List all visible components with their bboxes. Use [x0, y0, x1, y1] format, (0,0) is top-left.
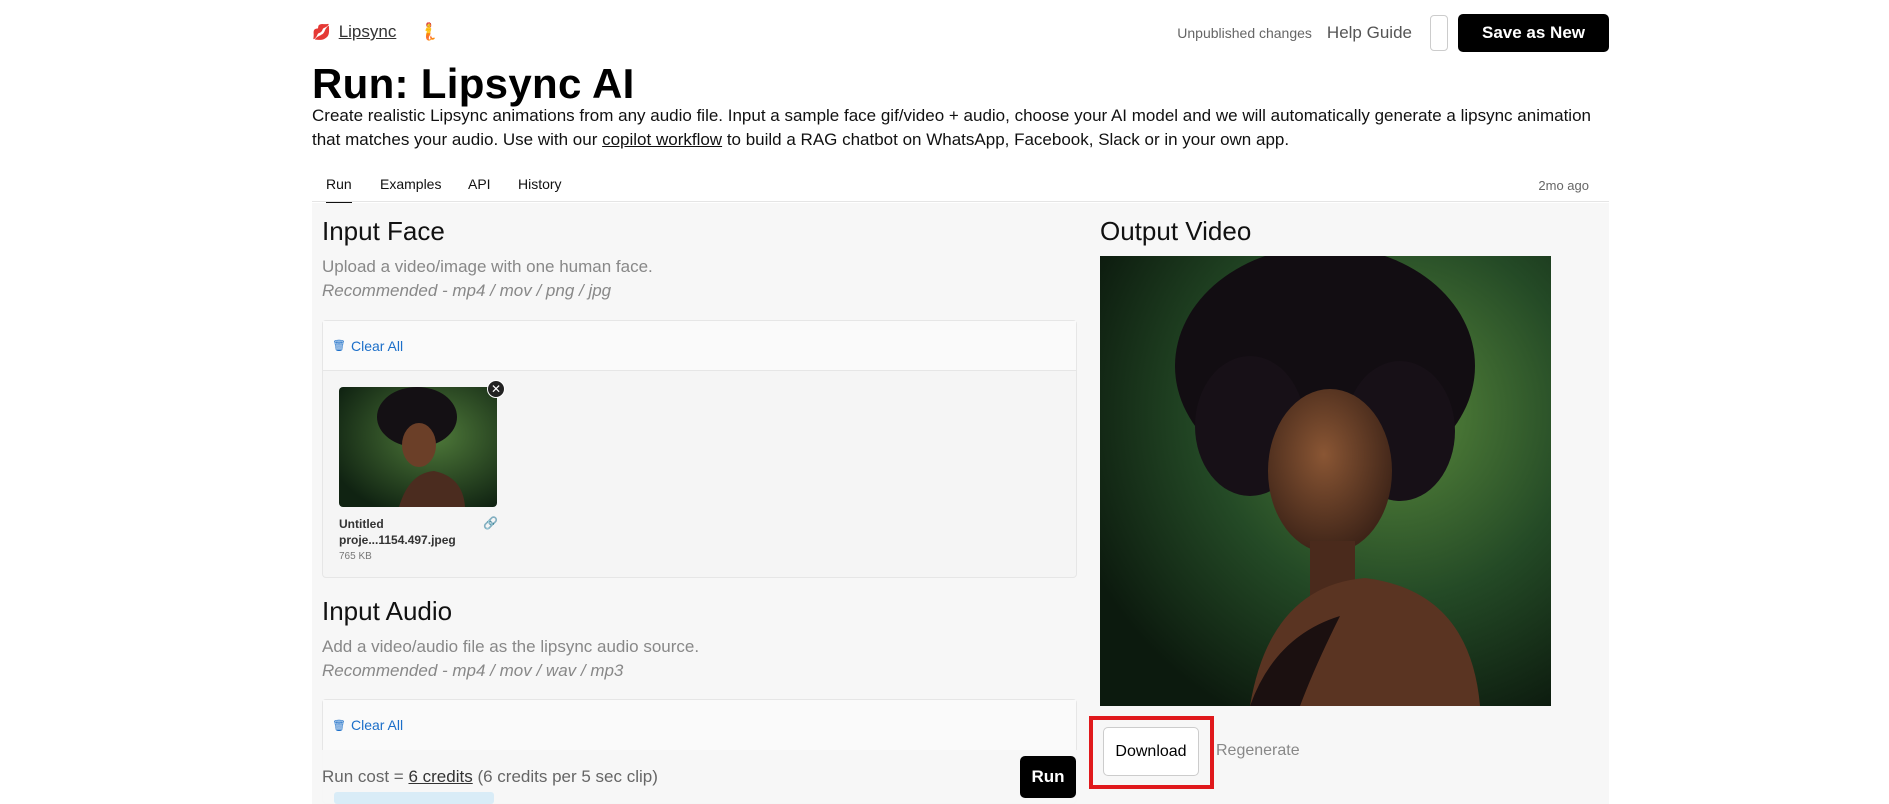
tab-run[interactable]: Run	[326, 176, 352, 204]
tab-examples[interactable]: Examples	[380, 176, 441, 202]
top-actions: Unpublished changes Help Guide Save as N…	[1177, 14, 1609, 52]
lips-icon: 💋	[312, 24, 331, 41]
last-updated: 2mo ago	[1538, 178, 1589, 193]
output-video-title: Output Video	[1100, 216, 1252, 246]
page-description: Create realistic Lipsync animations from…	[312, 106, 1591, 149]
clear-all-audio-button[interactable]: 🗑 Clear All	[323, 700, 1076, 750]
tab-history[interactable]: History	[518, 176, 562, 202]
page-title: Run: Lipsync AI	[312, 60, 635, 107]
run-button[interactable]: Run	[1020, 756, 1076, 798]
top-bar: 💋 Lipsync 🧜 Unpublished changes Help Gui…	[312, 14, 1609, 54]
input-audio-help: Add a video/audio file as the lipsync au…	[322, 637, 700, 680]
help-guide-link[interactable]: Help Guide	[1327, 23, 1412, 43]
audio-thumbnail-peek	[334, 792, 494, 804]
input-face-help: Upload a video/image with one human face…	[322, 257, 653, 300]
credits-link[interactable]: 6 credits	[408, 767, 472, 786]
input-audio-title: Input Audio	[322, 596, 453, 626]
run-cost: Run cost = 6 credits (6 credits per 5 se…	[322, 767, 658, 786]
regenerate-button[interactable]: Regenerate	[1216, 742, 1300, 760]
file-size: 765 KB	[339, 551, 372, 562]
clear-all-face-button[interactable]: 🗑 Clear All	[323, 321, 1076, 371]
tab-api[interactable]: API	[468, 176, 491, 202]
trash-icon: 🗑	[332, 719, 346, 732]
tab-bar: Run Examples API History 2mo ago	[312, 172, 1609, 204]
unpublished-changes-label: Unpublished changes	[1177, 25, 1312, 41]
copilot-workflow-link[interactable]: copilot workflow	[602, 130, 722, 149]
save-as-new-button[interactable]: Save as New	[1457, 14, 1609, 52]
remove-file-button[interactable]: ✕	[487, 380, 505, 398]
run-cost-bar: Run cost = 6 credits (6 credits per 5 se…	[312, 750, 1082, 804]
file-name: Untitled proje...1154.497.jpeg	[339, 517, 456, 547]
trash-icon: 🗑	[332, 340, 346, 352]
output-video[interactable]	[1100, 256, 1551, 706]
options-toggle[interactable]	[1429, 15, 1448, 51]
input-face-title: Input Face	[322, 216, 445, 246]
mermaid-icon[interactable]: 🧜	[418, 22, 439, 42]
download-button[interactable]: Download	[1103, 727, 1199, 776]
link-icon[interactable]: 🔗	[483, 516, 498, 530]
input-face-uploader[interactable]: 🗑 Clear All ✕ Untitled proje...1154.497.…	[322, 320, 1077, 578]
brand[interactable]: 💋 Lipsync 🧜	[312, 22, 440, 42]
brand-link[interactable]: Lipsync	[339, 22, 397, 42]
face-thumbnail	[339, 387, 497, 507]
